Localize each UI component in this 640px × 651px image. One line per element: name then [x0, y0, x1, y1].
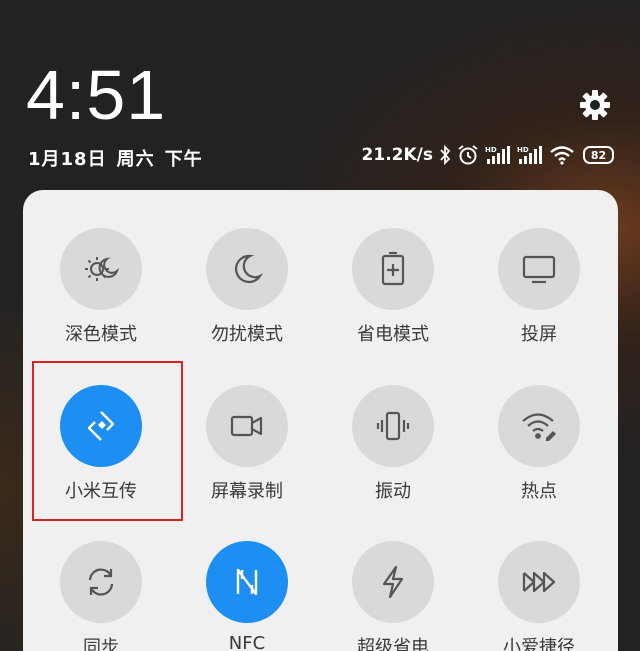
- highlight-box: [32, 361, 183, 521]
- tile-label: 热点: [521, 481, 557, 502]
- tile-label: 勿扰模式: [211, 324, 283, 345]
- hd-signal-icon: HD: [485, 145, 511, 165]
- date: 1月18日: [28, 149, 107, 170]
- hotspot-icon: [498, 385, 580, 467]
- tile-dark-mode[interactable]: 深色模式: [28, 190, 174, 345]
- tile-label: 超级省电: [357, 637, 429, 651]
- weekday: 周六: [116, 149, 155, 170]
- svg-text:HD: HD: [485, 146, 497, 154]
- svg-text:HD: HD: [517, 146, 529, 154]
- tile-super-power-saver[interactable]: 超级省电: [320, 503, 466, 651]
- clock: 4:51: [26, 56, 167, 134]
- tile-vibrate[interactable]: 振动: [320, 347, 466, 502]
- tile-cast-screen[interactable]: 投屏: [466, 190, 612, 345]
- tile-label: 省电模式: [357, 324, 429, 345]
- settings-gear-icon[interactable]: [579, 89, 611, 121]
- wifi-icon: [549, 145, 575, 165]
- moon-icon: [206, 228, 288, 310]
- tile-label: NFC: [228, 633, 266, 651]
- dark-mode-icon: [60, 228, 142, 310]
- sync-icon: [60, 541, 142, 623]
- battery-indicator: 82: [583, 146, 614, 164]
- status-bar: 21.2K/s HD HD 82: [362, 144, 614, 166]
- tile-label: 深色模式: [65, 324, 137, 345]
- tile-xiaoai-shortcut[interactable]: 小爱捷径: [466, 503, 612, 651]
- shortcut-icon: [498, 541, 580, 623]
- lightning-icon: [352, 541, 434, 623]
- net-speed: 21.2K/s: [361, 145, 433, 165]
- tile-label: 小爱捷径: [503, 637, 575, 651]
- tile-label: 振动: [375, 481, 411, 502]
- tile-hotspot[interactable]: 热点: [466, 347, 612, 502]
- tile-label: 投屏: [521, 324, 557, 345]
- vibrate-icon: [352, 385, 434, 467]
- video-camera-icon: [206, 385, 288, 467]
- alarm-icon: [457, 144, 479, 166]
- cast-screen-icon: [498, 228, 580, 310]
- tile-label: 同步: [83, 637, 119, 651]
- date-row: 1月18日 周六 下午: [28, 145, 203, 171]
- tile-sync[interactable]: 同步: [28, 503, 174, 651]
- tile-screen-record[interactable]: 屏幕录制: [174, 347, 320, 502]
- nfc-icon: [206, 541, 288, 623]
- tile-label: 屏幕录制: [211, 481, 283, 502]
- tile-nfc[interactable]: NFC: [174, 503, 320, 651]
- period: 下午: [164, 149, 203, 170]
- tile-battery-saver[interactable]: 省电模式: [320, 190, 466, 345]
- bluetooth-icon: [439, 145, 451, 165]
- hd-signal-icon: HD: [517, 145, 543, 165]
- battery-saver-icon: [352, 228, 434, 310]
- tile-do-not-disturb[interactable]: 勿扰模式: [174, 190, 320, 345]
